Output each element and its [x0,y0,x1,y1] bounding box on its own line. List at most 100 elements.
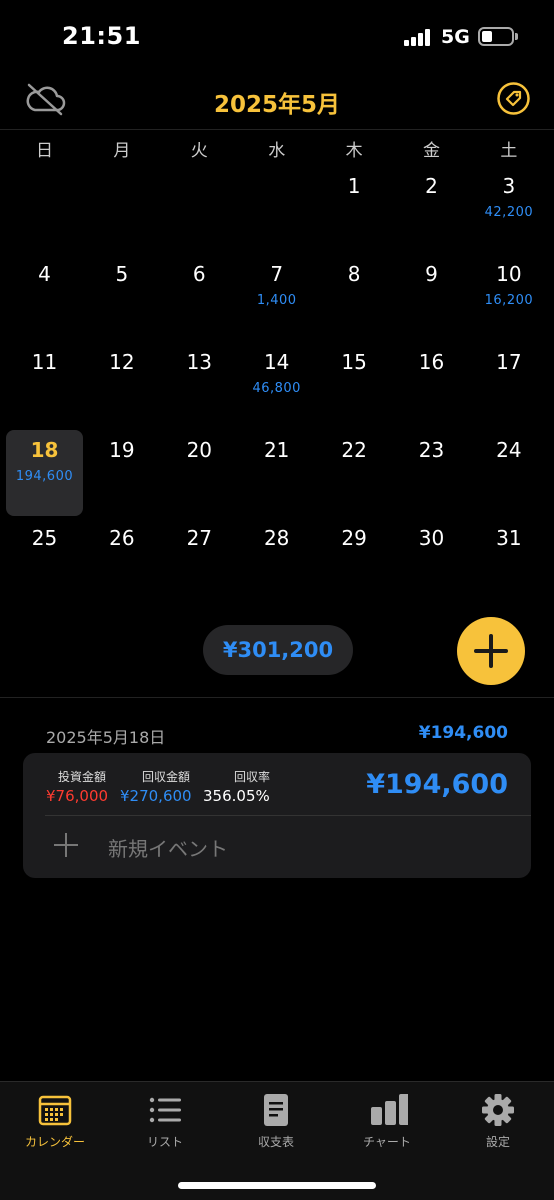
status-time: 21:51 [62,22,141,50]
home-indicator[interactable] [178,1182,376,1189]
gear-icon [482,1094,514,1126]
battery-tip [515,33,518,40]
day-number: 3 [502,174,516,198]
weekday-label: 月 [113,141,131,161]
calendar-day[interactable]: 9 [393,254,470,340]
tab-settings[interactable]: 設定 [443,1082,553,1162]
calendar-day[interactable]: 6 [161,254,238,340]
calendar-day[interactable]: 31 [470,518,547,604]
calendar-day[interactable]: 18 194,600 [6,430,83,516]
add-event-button[interactable] [457,617,525,685]
month-total-pill[interactable]: ¥301,200 [203,625,353,675]
return-value: ¥270,600 [120,787,192,805]
tab-chart[interactable]: チャート [332,1082,442,1162]
tab-label: 収支表 [257,1135,294,1149]
day-number: 8 [347,262,361,286]
tab-balance-sheet[interactable]: 収支表 [221,1082,331,1162]
return-label: 回収金額 [142,770,191,784]
calendar-day[interactable]: 26 [83,518,160,604]
day-number: 5 [115,262,129,286]
invest-label: 投資金額 [58,770,107,784]
document-icon [264,1094,288,1126]
day-number: 25 [31,526,58,550]
day-amount: 42,200 [484,205,534,220]
calendar-day[interactable]: 20 [161,430,238,516]
day-number: 16 [418,350,445,374]
network-label: 5G [441,26,470,48]
calendar-day[interactable]: 17 [470,342,547,428]
day-amount: 194,600 [15,469,74,484]
detail-total: ¥194,600 [418,723,508,743]
day-amount: 46,800 [252,381,301,396]
detail-date: 2025年5月18日 [46,728,166,747]
tag-icon[interactable] [497,82,530,115]
calendar-day[interactable]: 19 [83,430,160,516]
weekday-label: 日 [36,141,53,161]
tab-list[interactable]: リスト [110,1082,220,1162]
calendar-day[interactable]: 13 [161,342,238,428]
day-number: 17 [496,350,522,374]
plus-icon[interactable] [54,833,78,857]
calendar-day[interactable]: 22 [316,430,393,516]
weekday-label: 木 [345,141,363,161]
status-bar: 21:51 5G [0,0,554,70]
day-number: 20 [186,438,213,462]
calendar-day[interactable]: 8 [316,254,393,340]
list-icon [149,1097,181,1123]
calendar-day[interactable]: 21 [238,430,315,516]
calendar-day[interactable]: 24 [470,430,547,516]
day-number: 24 [496,438,522,462]
day-number: 22 [341,438,367,462]
calendar-day[interactable]: 7 1,400 [238,254,315,340]
plus-icon-vertical [489,634,493,668]
day-number: 26 [109,526,135,550]
calendar-day[interactable]: 16 [393,342,470,428]
weekday-label: 火 [190,141,208,161]
day-number: 21 [263,438,290,462]
month-title[interactable]: 2025年5月 [0,85,554,119]
rate-value: 356.05% [203,787,270,805]
bar-chart-icon [371,1094,408,1125]
calendar-day[interactable]: 2 [393,166,470,252]
event-card[interactable]: 投資金額 ¥76,000 回収金額 ¥270,600 回収率 356.05% ¥… [23,753,531,878]
calendar-day[interactable]: 25 [6,518,83,604]
day-number: 7 [270,262,284,286]
tab-label: 設定 [485,1135,510,1149]
day-number: 12 [109,350,135,374]
tab-calendar[interactable]: カレンダー [0,1082,110,1162]
calendar-day[interactable]: 11 [6,342,83,428]
day-number: 18 [30,438,59,462]
rate-label: 回収率 [234,770,271,784]
calendar-day[interactable]: 30 [393,518,470,604]
calendar-day[interactable]: 1 [316,166,393,252]
weekday-label: 土 [500,141,518,161]
day-amount: 16,200 [484,293,534,308]
day-number: 9 [425,262,438,286]
calendar-day[interactable]: 23 [393,430,470,516]
calendar-day[interactable]: 29 [316,518,393,604]
day-number: 27 [186,526,213,550]
calendar-day[interactable]: 27 [161,518,238,604]
signal-icon [404,28,434,46]
battery-icon [478,27,514,46]
new-event-button[interactable]: 新規イベント [108,833,228,862]
calendar-day[interactable]: 5 [83,254,160,340]
day-number: 10 [496,262,522,286]
battery-level [482,31,492,42]
calendar-day[interactable]: 10 16,200 [470,254,547,340]
calendar-day[interactable]: 14 46,800 [238,342,315,428]
calendar-day[interactable]: 15 [316,342,393,428]
divider [0,697,554,698]
tab-label: カレンダー [24,1135,85,1149]
day-number: 1 [347,174,361,198]
calendar-day[interactable]: 12 [83,342,160,428]
calendar-day[interactable]: 4 [6,254,83,340]
day-number: 30 [418,526,445,550]
day-number: 15 [341,350,367,374]
card-divider [45,815,531,816]
day-number: 14 [263,350,290,374]
calendar-day[interactable]: 3 42,200 [470,166,547,252]
calendar-day[interactable]: 28 [238,518,315,604]
day-number: 19 [109,438,135,462]
day-number: 6 [192,262,206,286]
